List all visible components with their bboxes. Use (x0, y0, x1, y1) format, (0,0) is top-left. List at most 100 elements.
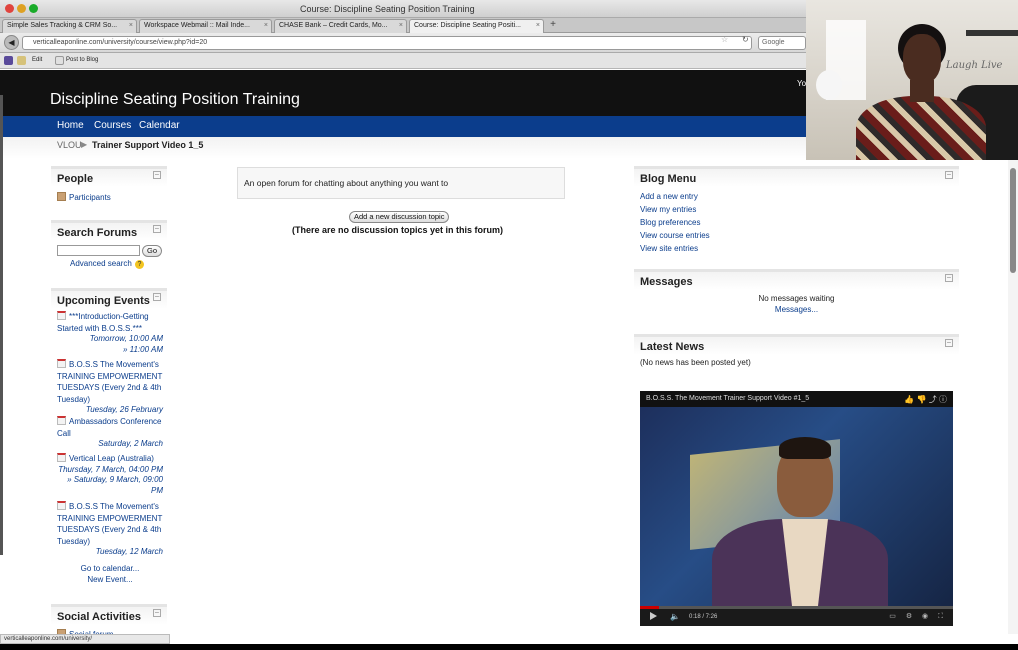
tab-webmail[interactable]: Workspace Webmail :: Mail Inde... × (139, 19, 272, 33)
messages-link[interactable]: Messages... (775, 305, 818, 314)
tab-label: Course: Discipline Seating Positi... (414, 22, 521, 29)
tab-chase[interactable]: CHASE Bank – Credit Cards, Mo... × (274, 19, 407, 33)
new-event-link[interactable]: New Event... (87, 575, 132, 584)
address-bar[interactable]: verticalleaponline.com/university/course… (22, 36, 752, 50)
video-share-icons[interactable]: 👍 👎 ⤴ ⓘ (904, 394, 947, 405)
close-tab-icon[interactable]: × (264, 22, 268, 29)
event-title-link[interactable]: B.O.S.S The Movement's TRAINING EMPOWERM… (57, 502, 162, 546)
nav-home[interactable]: Home (57, 120, 84, 131)
forum-search-go-button[interactable]: Go (142, 245, 163, 257)
video-frame[interactable] (640, 407, 953, 619)
collapse-icon[interactable]: – (945, 171, 953, 179)
event-title-link[interactable]: Ambassadors Conference Call (57, 417, 162, 438)
app-icon[interactable] (4, 56, 13, 65)
block-title: Social Activities (57, 611, 141, 623)
bottom-edge (0, 644, 1018, 650)
status-bar: verticalleaponline.com/university/ (0, 634, 170, 644)
collapse-icon[interactable]: – (945, 339, 953, 347)
volume-icon[interactable]: 🔈 (670, 612, 680, 621)
event-date: Thursday, 7 March, 04:00 PM (58, 464, 163, 474)
no-messages-text: No messages waiting (758, 294, 835, 303)
tab-label: Simple Sales Tracking & CRM So... (7, 22, 118, 29)
nav-calendar[interactable]: Calendar (139, 120, 180, 131)
collapse-icon[interactable]: – (153, 293, 161, 301)
collapse-icon[interactable]: – (945, 274, 953, 282)
breadcrumb-link[interactable]: VLOU (57, 140, 82, 150)
video-time: 0:18 / 7:26 (689, 614, 718, 620)
site-header: Discipline Seating Position Training (0, 70, 806, 116)
people-block: People – Participants (51, 166, 167, 208)
zoom-window-icon[interactable] (29, 4, 38, 13)
bookmark-edit[interactable]: Edit (32, 57, 42, 63)
window-titlebar: Course: Discipline Seating Position Trai… (0, 0, 806, 18)
url-text: verticalleaponline.com/university/course… (33, 39, 208, 46)
navigation-toolbar: ◀ verticalleaponline.com/university/cour… (0, 33, 806, 53)
collapse-icon[interactable]: – (153, 609, 161, 617)
page-title: Discipline Seating Position Training (50, 91, 300, 108)
block-header: People – (51, 166, 167, 187)
block-header: Latest News – (634, 334, 959, 355)
bookmark-star-icon[interactable]: ☆ (721, 35, 728, 44)
video-player[interactable]: B.O.S.S. The Movement Trainer Support Vi… (640, 391, 953, 626)
video-settings-icons[interactable]: ▭ ⚙ ◉ ⛶ (889, 612, 947, 621)
add-discussion-button[interactable]: Add a new discussion topic (349, 211, 450, 223)
view-course-entries-link[interactable]: View course entries (640, 231, 710, 240)
bookmark-post-to-blog[interactable]: Post to Blog (66, 57, 98, 63)
block-title: People (57, 173, 94, 185)
page-scrollbar[interactable] (1008, 160, 1018, 634)
breadcrumb-arrow-icon: ▶ (81, 140, 88, 149)
new-tab-button[interactable]: + (546, 19, 560, 32)
calendar-icon (57, 359, 66, 368)
close-window-icon[interactable] (5, 4, 14, 13)
video-controls: 🔈 0:18 / 7:26 ▭ ⚙ ◉ ⛶ (640, 606, 953, 626)
event-title-link[interactable]: B.O.S.S The Movement's TRAINING EMPOWERM… (57, 360, 162, 404)
tab-course[interactable]: Course: Discipline Seating Positi... × (409, 19, 544, 33)
go-to-calendar-link[interactable]: Go to calendar... (81, 564, 140, 573)
back-button[interactable]: ◀ (4, 35, 19, 50)
reload-icon[interactable]: ↻ (742, 35, 749, 44)
participants-icon (57, 192, 66, 201)
messages-block: Messages – No messages waiting Messages..… (634, 269, 959, 319)
search-forums-block: Search Forums – Go Advanced search ? (51, 220, 167, 272)
event-date-end: » 11:00 AM (122, 344, 163, 354)
webcam-overlay: Laugh Live (806, 0, 1018, 160)
collapse-icon[interactable]: – (153, 171, 161, 179)
breadcrumb-current: Trainer Support Video 1_5 (92, 140, 204, 150)
site-nav: Home Courses Calendar (0, 116, 806, 137)
webcam-person-face (903, 34, 941, 84)
block-title: Latest News (640, 341, 705, 353)
page-icon[interactable] (17, 56, 26, 65)
event-title-link[interactable]: ***Introduction-Getting Started with B.O… (57, 312, 149, 333)
latest-news-block: Latest News – (No news has been posted ye… (634, 334, 959, 378)
event-item: B.O.S.S The Movement's TRAINING EMPOWERM… (57, 501, 163, 558)
search-placeholder: Google (762, 39, 785, 46)
event-date: Tuesday, 26 February (85, 405, 163, 414)
close-tab-icon[interactable]: × (129, 22, 133, 29)
close-tab-icon[interactable]: × (536, 22, 540, 29)
view-my-entries-link[interactable]: View my entries (640, 205, 696, 214)
advanced-search-link[interactable]: Advanced search (70, 259, 132, 268)
video-progress-bar[interactable] (640, 606, 953, 609)
collapse-icon[interactable]: – (153, 225, 161, 233)
scroll-thumb[interactable] (1010, 168, 1016, 273)
window-title: Course: Discipline Seating Position Trai… (300, 4, 475, 14)
block-header: Upcoming Events – (51, 288, 167, 309)
add-entry-link[interactable]: Add a new entry (640, 192, 698, 201)
forum-search-input[interactable] (57, 245, 140, 256)
blog-preferences-link[interactable]: Blog preferences (640, 218, 700, 227)
calendar-icon (57, 453, 66, 462)
calendar-icon (57, 416, 66, 425)
view-site-entries-link[interactable]: View site entries (640, 244, 698, 253)
nav-courses[interactable]: Courses (94, 120, 131, 131)
participants-link[interactable]: Participants (69, 193, 111, 202)
close-tab-icon[interactable]: × (399, 22, 403, 29)
event-date-end: » Saturday, 9 March, 09:00 PM (67, 475, 163, 495)
minimize-window-icon[interactable] (17, 4, 26, 13)
search-bar[interactable]: Google (758, 36, 806, 50)
event-item: B.O.S.S The Movement's TRAINING EMPOWERM… (57, 359, 163, 416)
tab-sales-tracking[interactable]: Simple Sales Tracking & CRM So... × (2, 19, 137, 33)
block-header: Search Forums – (51, 220, 167, 241)
play-icon[interactable] (650, 612, 657, 620)
event-title-link[interactable]: Vertical Leap (Australia) (69, 454, 154, 463)
help-icon[interactable]: ? (134, 260, 144, 269)
